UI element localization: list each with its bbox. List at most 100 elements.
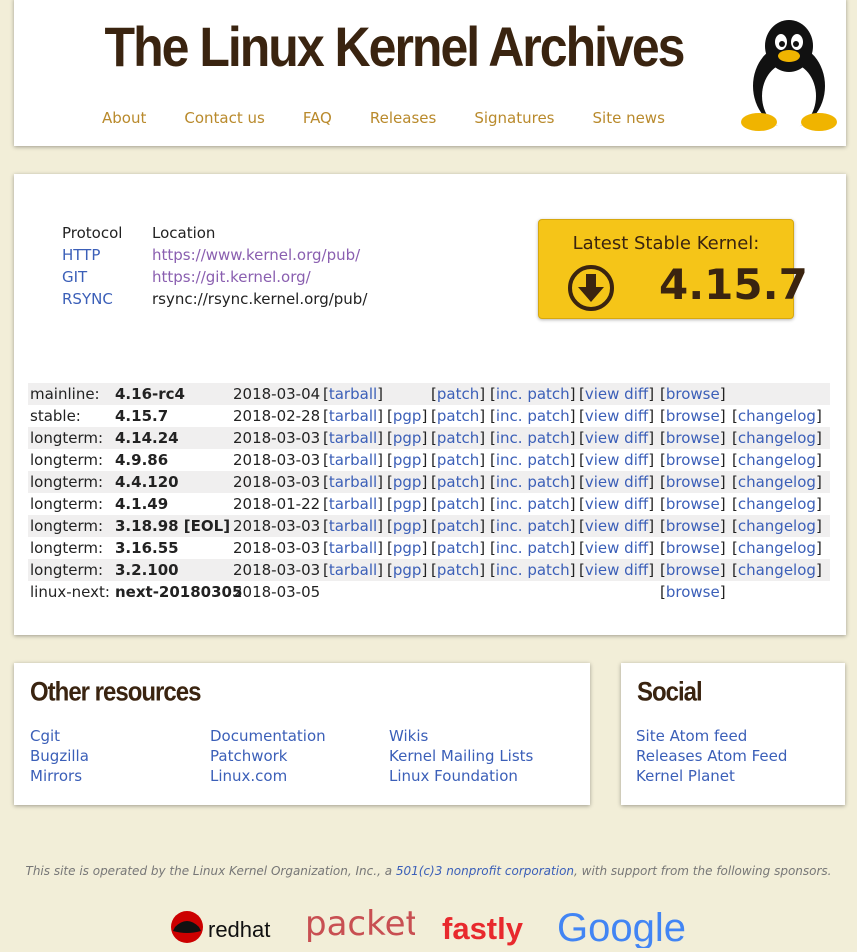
release-view-diff-link[interactable]: view diff [585,429,648,447]
release-changelog-link[interactable]: changelog [738,561,816,579]
release-browse-link[interactable]: browse [666,473,720,491]
release-browse-link[interactable]: browse [666,517,720,535]
release-inc-patch-link[interactable]: inc. patch [496,561,570,579]
other-resources-panel: Other resources Cgit Bugzilla Mirrors Docu… [14,663,590,805]
release-browse-link[interactable]: browse [666,407,720,425]
release-tarball-link[interactable]: tarball [329,561,377,579]
release-pgp-link[interactable]: pgp [393,407,422,425]
social-link-releases-atom-feed[interactable]: Releases Atom Feed [636,746,787,766]
protocol-http-link[interactable]: HTTP [62,244,152,266]
release-browse-link[interactable]: browse [666,539,720,557]
resource-link-wikis[interactable]: Wikis [389,726,533,746]
release-patch-link[interactable]: patch [437,495,479,513]
release-browse-link[interactable]: browse [666,561,720,579]
release-view-diff-link[interactable]: view diff [585,473,648,491]
release-inc-patch-link[interactable]: inc. patch [496,407,570,425]
release-view-diff-wrapper: [view diff] [579,539,655,557]
release-inc-patch-link[interactable]: inc. patch [496,451,570,469]
nav-contact-us[interactable]: Contact us [184,109,264,127]
release-browse-link[interactable]: browse [666,495,720,513]
release-patch-link[interactable]: patch [437,561,479,579]
release-pgp-link[interactable]: pgp [393,473,422,491]
resource-link-linux-foundation[interactable]: Linux Foundation [389,766,533,786]
resource-link-cgit[interactable]: Cgit [30,726,89,746]
social-link-kernel-planet[interactable]: Kernel Planet [636,766,787,786]
release-view-diff-wrapper: [view diff] [579,517,655,535]
sponsor-google-logo[interactable]: Google [557,905,692,952]
release-pgp-link[interactable]: pgp [393,517,422,535]
release-changelog-link[interactable]: changelog [738,517,816,535]
location-http-link[interactable]: https://www.kernel.org/pub/ [152,244,360,266]
release-inc-patch-link[interactable]: inc. patch [496,495,570,513]
release-tarball-link[interactable]: tarball [329,407,377,425]
release-kind: longterm: [30,561,104,579]
release-browse-link[interactable]: browse [666,429,720,447]
release-view-diff-link[interactable]: view diff [585,539,648,557]
sponsor-redhat-logo[interactable]: redhat [170,905,280,949]
release-browse-link[interactable]: browse [666,451,720,469]
protocol-rsync-link[interactable]: RSYNC [62,288,152,310]
release-inc-patch-link[interactable]: inc. patch [496,429,570,447]
release-patch-link[interactable]: patch [437,429,479,447]
release-inc-patch-link[interactable]: inc. patch [496,517,570,535]
release-pgp-link[interactable]: pgp [393,561,422,579]
latest-stable-kernel-button[interactable]: Latest Stable Kernel: 4.15.7 [538,219,808,319]
resource-link-linux-com[interactable]: Linux.com [210,766,326,786]
release-pgp-link[interactable]: pgp [393,539,422,557]
release-patch-link[interactable]: patch [437,385,479,403]
release-pgp-link[interactable]: pgp [393,495,422,513]
nav-about[interactable]: About [102,109,146,127]
nav-site-news[interactable]: Site news [593,109,665,127]
release-patch-link[interactable]: patch [437,473,479,491]
social-link-site-atom-feed[interactable]: Site Atom feed [636,726,787,746]
resource-link-bugzilla[interactable]: Bugzilla [30,746,89,766]
release-view-diff-link[interactable]: view diff [585,451,648,469]
sponsor-redhat-text: redhat [208,917,270,942]
release-pgp-link[interactable]: pgp [393,451,422,469]
release-tarball-link[interactable]: tarball [329,429,377,447]
release-patch-link[interactable]: patch [437,451,479,469]
release-changelog-link[interactable]: changelog [738,407,816,425]
release-tarball-link[interactable]: tarball [329,451,377,469]
nav-releases[interactable]: Releases [370,109,436,127]
release-inc-patch-link[interactable]: inc. patch [496,385,570,403]
protocol-git-link[interactable]: GIT [62,266,152,288]
release-patch-link[interactable]: patch [437,539,479,557]
nonprofit-link[interactable]: 501(c)3 nonprofit corporation [396,864,574,878]
release-changelog-link[interactable]: changelog [738,451,816,469]
release-browse-link[interactable]: browse [666,583,720,601]
resource-link-mirrors[interactable]: Mirrors [30,766,89,786]
release-browse-link[interactable]: browse [666,385,720,403]
location-git-link[interactable]: https://git.kernel.org/ [152,266,311,288]
release-view-diff-link[interactable]: view diff [585,561,648,579]
release-inc-patch-link[interactable]: inc. patch [496,539,570,557]
release-view-diff-link[interactable]: view diff [585,385,648,403]
sponsor-fastly-logo[interactable]: fastly [442,905,532,952]
sponsor-packet-logo[interactable]: packet [305,904,419,952]
release-view-diff-link[interactable]: view diff [585,517,648,535]
release-patch-link[interactable]: patch [437,407,479,425]
release-version: next-20180305 [115,583,243,601]
release-changelog-link[interactable]: changelog [738,495,816,513]
release-changelog-link[interactable]: changelog [738,473,816,491]
resource-link-kernel-mailing-lists[interactable]: Kernel Mailing Lists [389,746,533,766]
release-pgp-link[interactable]: pgp [393,429,422,447]
release-changelog-link[interactable]: changelog [738,539,816,557]
release-view-diff-link[interactable]: view diff [585,495,648,513]
release-tarball-link[interactable]: tarball [329,539,377,557]
release-tarball-wrapper: [tarball] [323,517,384,535]
release-patch-link[interactable]: patch [437,517,479,535]
release-tarball-link[interactable]: tarball [329,517,377,535]
release-tarball-wrapper: [tarball] [323,429,384,447]
release-view-diff-wrapper: [view diff] [579,495,655,513]
resource-link-patchwork[interactable]: Patchwork [210,746,326,766]
release-changelog-link[interactable]: changelog [738,429,816,447]
release-tarball-link[interactable]: tarball [329,473,377,491]
resource-link-documentation[interactable]: Documentation [210,726,326,746]
release-tarball-link[interactable]: tarball [329,385,377,403]
release-inc-patch-link[interactable]: inc. patch [496,473,570,491]
release-tarball-link[interactable]: tarball [329,495,377,513]
nav-faq[interactable]: FAQ [303,109,332,127]
release-view-diff-link[interactable]: view diff [585,407,648,425]
nav-signatures[interactable]: Signatures [474,109,554,127]
